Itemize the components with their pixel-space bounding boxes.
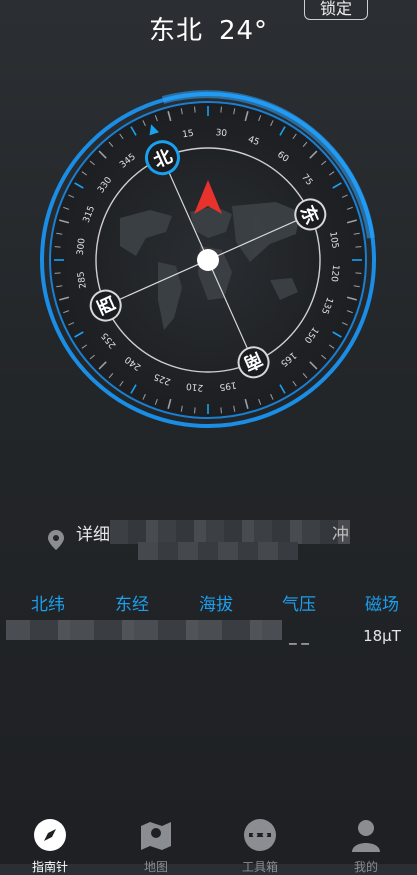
stat-label: 海拔 <box>199 595 233 615</box>
location-pin-icon <box>48 530 64 550</box>
stat-label: 北纬 <box>31 595 65 615</box>
tab-label: 指南针 <box>31 860 68 874</box>
redacted-address-line2 <box>138 542 298 560</box>
tab-map[interactable]: 地图 <box>116 818 196 875</box>
tick-mark <box>194 106 196 113</box>
tick-mark <box>54 272 61 274</box>
tick-mark <box>355 246 362 248</box>
stat-magnetic: 磁场 18μT <box>342 590 417 647</box>
stat-label: 磁场 <box>365 595 399 615</box>
tick-mark <box>355 272 362 274</box>
stat-label: 气压 <box>282 595 316 615</box>
tab-label: 我的 <box>353 860 378 874</box>
compass-icon <box>34 819 66 851</box>
tab-label: 地图 <box>143 860 168 874</box>
tick-mark <box>220 407 222 414</box>
degree-label: 30 <box>215 128 228 139</box>
tab-toolbox[interactable]: 工具箱 <box>220 818 300 875</box>
location-row: 详细 冲 <box>48 520 388 560</box>
map-icon <box>141 822 171 850</box>
degree-label: 15 <box>182 129 195 141</box>
degree-label: 300 <box>76 237 88 255</box>
redacted-address <box>110 520 350 544</box>
tab-profile[interactable]: 我的 <box>326 818 406 875</box>
profile-icon <box>352 820 380 852</box>
degree-label: 210 <box>185 380 203 392</box>
center-pivot <box>197 249 219 271</box>
tab-compass[interactable]: 指南针 <box>10 818 90 875</box>
location-suffix: 冲 <box>332 525 349 545</box>
stat-label: 东经 <box>115 595 149 615</box>
tick-mark <box>194 407 196 414</box>
tick-mark <box>220 106 222 113</box>
location-prefix: 详细 <box>76 525 110 545</box>
tab-label: 工具箱 <box>241 860 278 874</box>
redacted-coordinates <box>6 620 282 640</box>
stats-row: 北纬 东经 海拔 气压 _ _ 磁场 18μT <box>0 590 417 650</box>
stat-value: 18μT <box>363 627 401 645</box>
toolbox-icon <box>244 819 276 851</box>
bottom-tab-bar: 指南针 地图 工具箱 我的 <box>0 812 417 874</box>
tick-mark <box>54 246 61 248</box>
degree-label: 120 <box>328 264 340 282</box>
compass-dial: 15 30456075105120135150165195210225240255… <box>40 90 376 428</box>
